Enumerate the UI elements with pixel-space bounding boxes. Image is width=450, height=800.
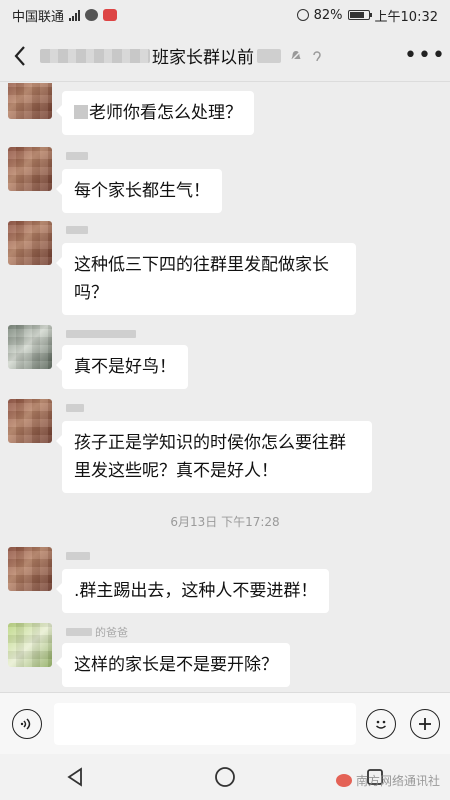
message-text: .群主踢出去，这种人不要进群！ — [74, 581, 318, 601]
triangle-back-icon — [67, 767, 82, 787]
avatar[interactable] — [8, 623, 52, 667]
sender-name — [66, 328, 136, 340]
message-bubble[interactable]: 这样的家长是不是要开除？ — [56, 643, 290, 687]
message-bubble[interactable]: 真不是好鸟！ — [56, 345, 188, 389]
avatar[interactable] — [8, 547, 52, 591]
message-text-line: 吗？ — [74, 283, 108, 303]
more-actions-button[interactable] — [410, 708, 440, 739]
sender-name: 的爸爸 — [66, 626, 128, 639]
back-button[interactable] — [0, 30, 40, 82]
message-bubble[interactable]: 孩子正是学知识的时侯你怎么要往群 里发这些呢？真不是好人！ — [56, 421, 372, 493]
carrier-label: 中国联通 — [12, 9, 65, 25]
status-bar: 中国联通 82% 上午10:32 — [0, 0, 450, 30]
watermark: 南方网络通讯社 — [335, 772, 440, 789]
avatar[interactable] — [8, 147, 52, 191]
message-text-line: 孩子正是学知识的时侯你怎么要往群 — [74, 433, 346, 453]
more-button[interactable]: ••• — [400, 43, 450, 68]
message-input[interactable] — [54, 702, 356, 745]
sender-name — [66, 402, 84, 414]
avatar[interactable] — [8, 221, 52, 265]
message-text: 每个家长都生气！ — [74, 181, 210, 201]
message-text: 这样的家长是不是要开除？ — [74, 655, 278, 675]
ear-icon — [313, 50, 321, 61]
ellipsis-icon: ••• — [404, 43, 446, 68]
voice-button[interactable] — [12, 708, 42, 739]
voice-icon — [20, 717, 31, 730]
sender-name-suffix: 的爸爸 — [95, 626, 128, 639]
avatar[interactable] — [8, 399, 52, 443]
signal-icon — [69, 9, 81, 21]
status-right: 82% 上午10:32 — [296, 6, 438, 25]
nav-home-button[interactable] — [195, 757, 255, 797]
clock: 上午10:32 — [374, 9, 438, 25]
emoji-icon — [376, 720, 386, 729]
circle-home-icon — [215, 767, 235, 787]
avatar[interactable] — [8, 325, 52, 369]
mute-icon — [289, 48, 303, 63]
message-list[interactable]: 老师你看怎么处理？ 每个家长都生气！ 这种低三下四的往群里发配做家长 吗？ 真不… — [0, 83, 450, 691]
message-bubble[interactable]: 每个家长都生气！ — [56, 169, 222, 213]
watermark-text: 南方网络通讯社 — [355, 774, 440, 788]
battery-icon — [347, 10, 372, 20]
message-bubble[interactable]: 这种低三下四的往群里发配做家长 吗？ — [56, 243, 356, 315]
chevron-left-icon — [14, 45, 25, 66]
message-text-line: 里发这些呢？真不是好人！ — [74, 461, 278, 481]
group-name-redacted — [40, 48, 150, 63]
message-bubble[interactable]: 老师你看怎么处理？ — [56, 91, 254, 135]
message-text: 老师你看怎么处理？ — [89, 103, 242, 123]
sender-name — [66, 150, 88, 162]
wechat-notification-icon — [85, 9, 99, 21]
avatar[interactable] — [8, 83, 52, 119]
redacted-name — [74, 105, 88, 119]
time-separator: 6月13日 下午17:28 — [170, 515, 280, 529]
nav-back-button[interactable] — [45, 757, 105, 797]
message-text-line: 这种低三下四的往群里发配做家长 — [74, 255, 329, 275]
alarm-icon — [296, 9, 309, 21]
message-bubble[interactable]: .群主踢出去，这种人不要进群！ — [55, 569, 330, 613]
page-title: 班家长群以前 — [152, 48, 254, 68]
emoji-button[interactable] — [366, 708, 396, 739]
plus-icon — [419, 717, 431, 730]
sender-name — [66, 550, 90, 562]
weibo-logo-icon — [335, 774, 352, 787]
group-name-redacted-suffix — [257, 48, 281, 63]
chat-header: 班家长群以前 ••• — [0, 30, 450, 82]
message-text: 真不是好鸟！ — [74, 357, 176, 377]
carrier-group: 中国联通 — [12, 6, 118, 25]
sender-name — [66, 224, 88, 236]
app-notification-icon — [103, 9, 118, 21]
input-bar — [0, 692, 450, 754]
battery-percent: 82% — [313, 7, 343, 23]
